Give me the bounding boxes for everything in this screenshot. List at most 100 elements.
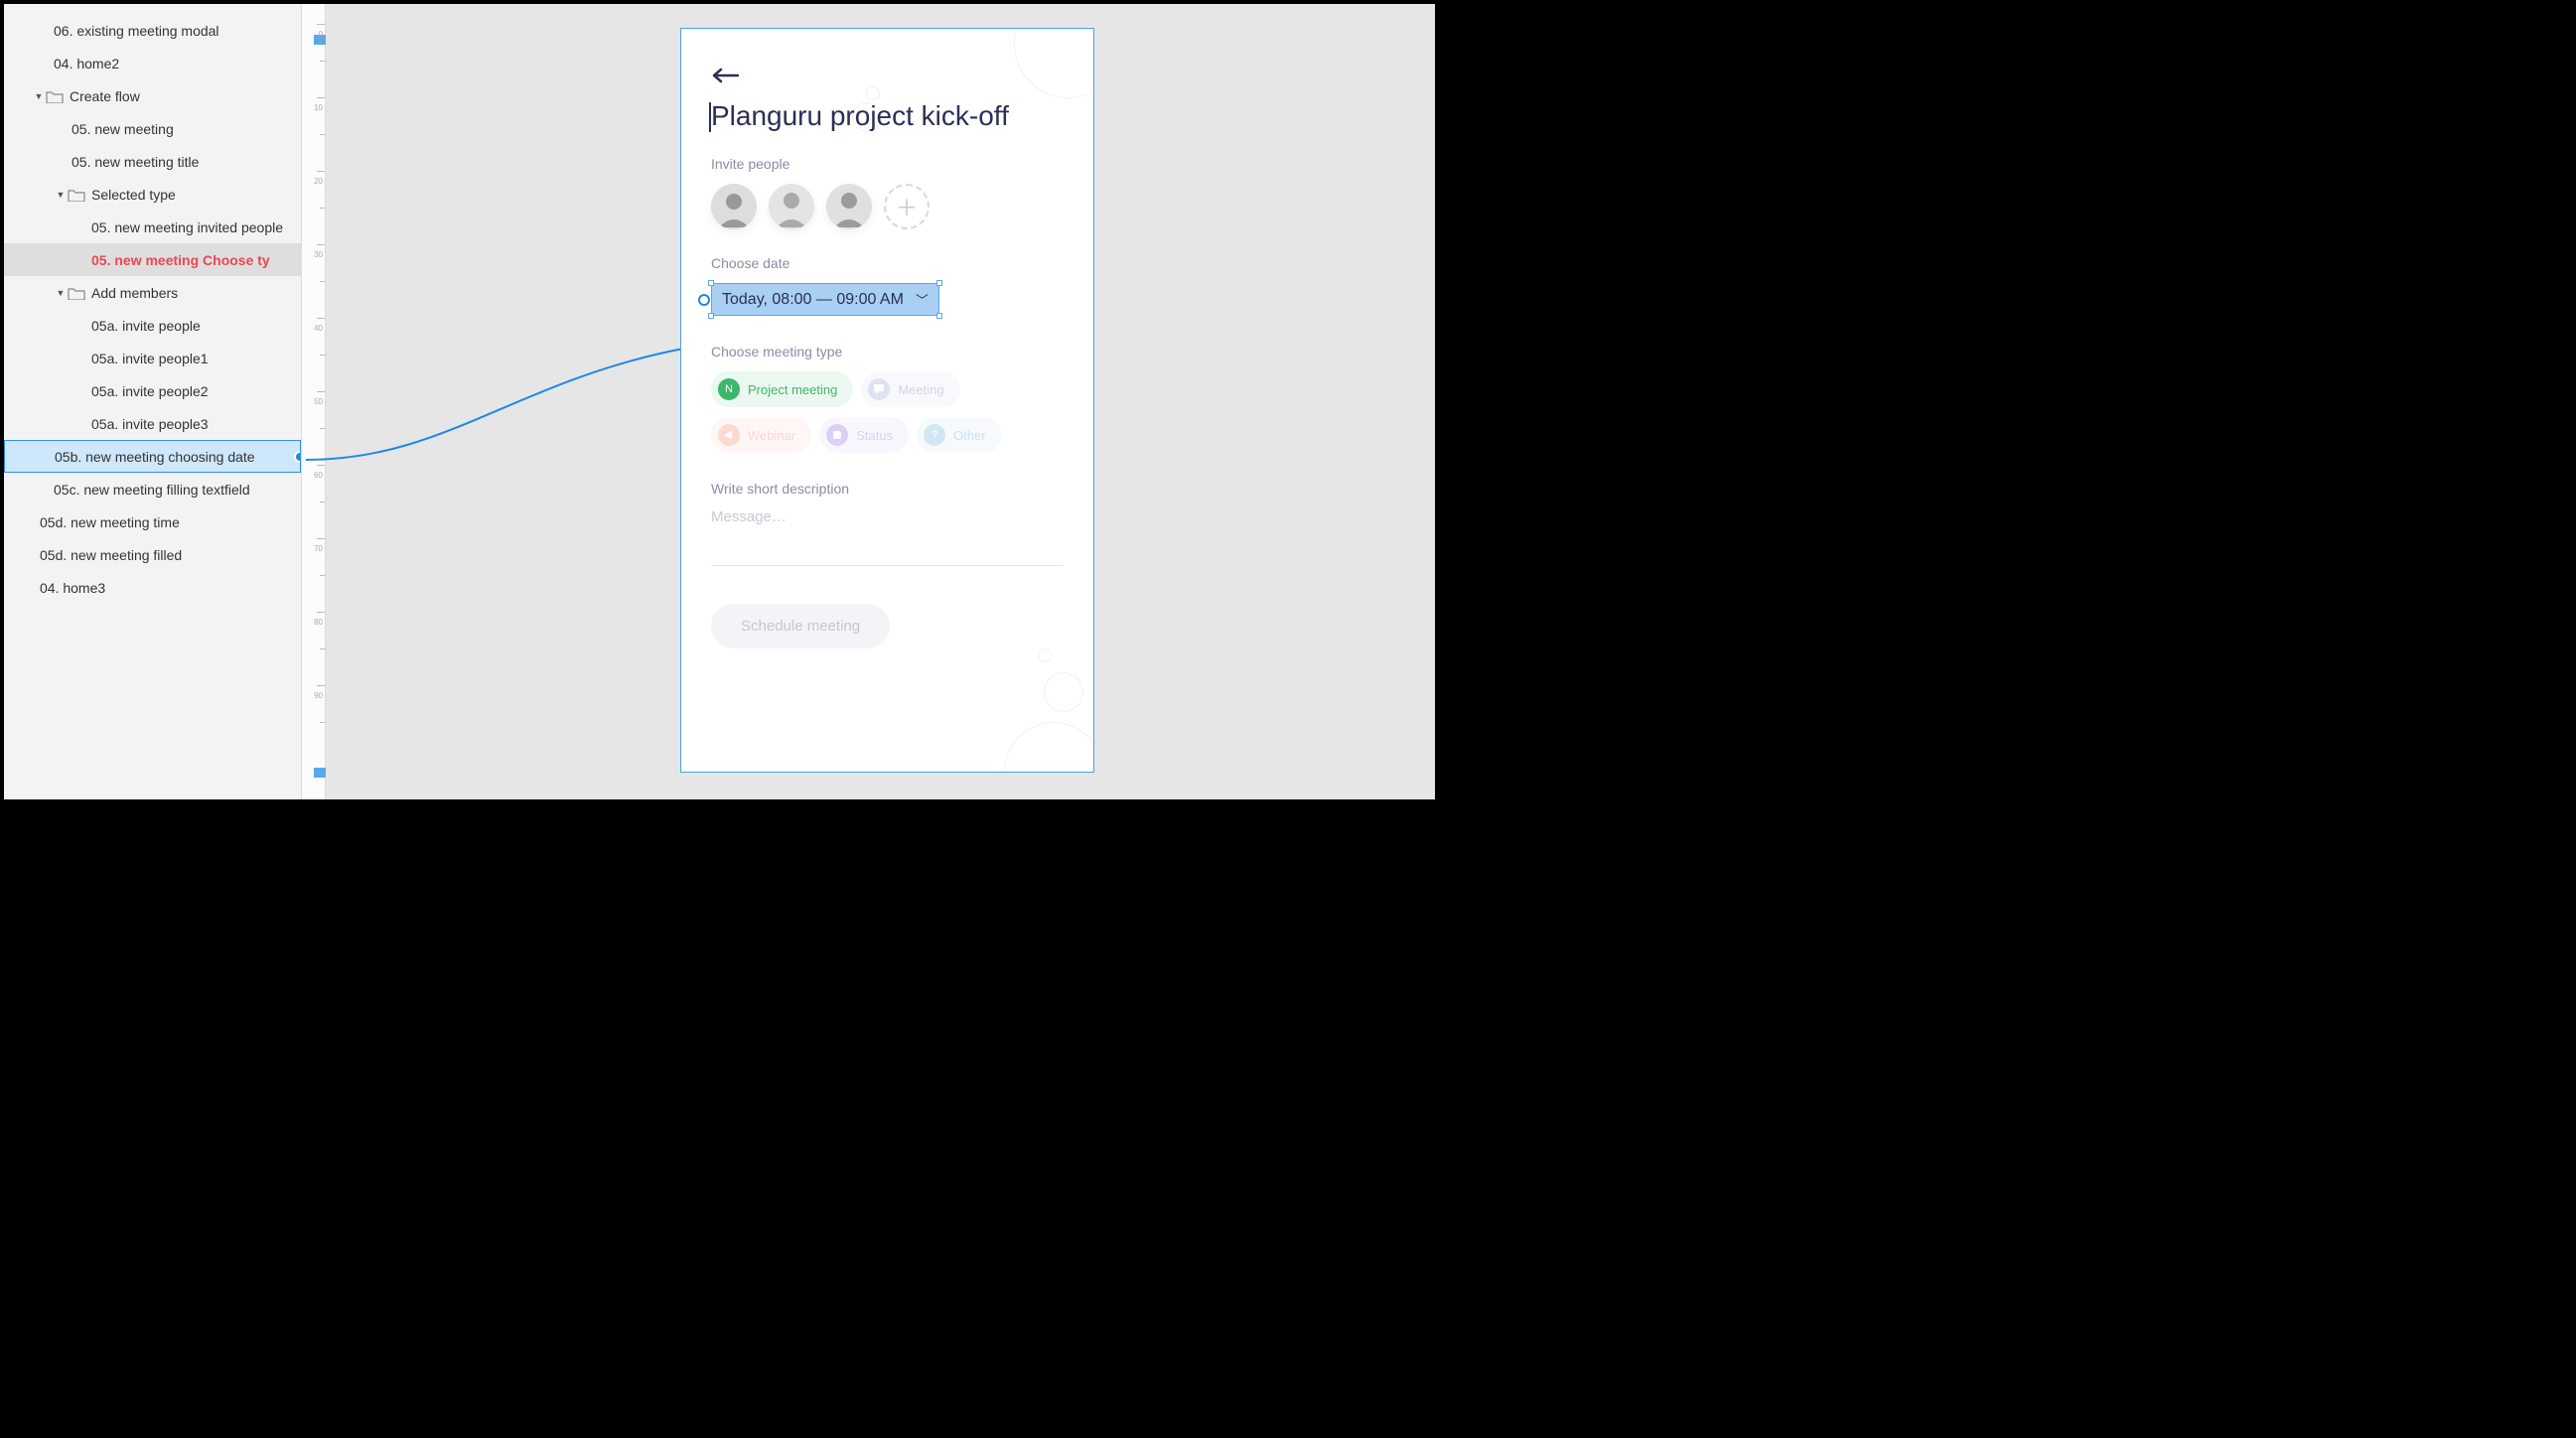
ruler-number: 10 [314,103,323,112]
tree-item-label: Add members [91,285,178,301]
ruler-tick [320,648,325,649]
vertical-ruler: 0102030405060708090 [302,4,326,799]
avatar[interactable] [826,184,872,229]
invitee-avatars: ＋ [711,184,1064,229]
ruler-tick [317,538,325,539]
prototype-connector-target[interactable] [698,294,710,306]
ruler-tick [317,685,325,686]
decorative-circle [1038,648,1052,662]
ruler-tick [320,208,325,209]
chat-icon [868,378,890,400]
chip-webinar[interactable]: Webinar [711,417,811,453]
tree-item[interactable]: 04. home3 [4,571,301,604]
chip-status[interactable]: Status [819,417,909,453]
tree-item[interactable]: 05c. new meeting filling textfield [4,473,301,505]
avatar[interactable] [711,184,757,229]
ruler-tick [317,465,325,466]
chip-label: Project meeting [748,382,837,397]
artboard-new-meeting[interactable]: Planguru project kick-off Invite people … [680,28,1094,773]
tree-item-selected[interactable]: 05b. new meeting choosing date [4,440,301,473]
ruler-tick [320,281,325,282]
date-value: Today, 08:00 — 09:00 AM [722,291,904,309]
ruler-tick [317,171,325,172]
tree-item[interactable]: 05d. new meeting time [4,505,301,538]
chip-meeting[interactable]: Meeting [861,371,959,407]
status-icon [826,424,848,446]
selection-handle[interactable] [936,280,942,286]
tree-item[interactable]: 05. new meeting title [4,145,301,178]
ruler-tick [317,391,325,392]
date-picker-selected[interactable]: Today, 08:00 — 09:00 AM ﹀ [711,283,939,316]
chip-label: Webinar [748,428,795,443]
ruler-number: 0 [319,30,323,39]
tree-item-label: 05a. invite people1 [91,351,209,366]
ruler-tick [320,722,325,723]
chip-other[interactable]: ? Other [917,417,1002,453]
ruler-number: 70 [314,544,323,553]
tree-item[interactable]: 06. existing meeting modal [4,14,301,47]
description-input[interactable]: Message… [711,508,1064,566]
tree-item[interactable]: 05d. new meeting filled [4,538,301,571]
tree-item[interactable]: 05a. invite people3 [4,407,301,440]
invite-people-label: Invite people [711,156,1064,172]
caret-down-icon[interactable]: ▼ [32,91,46,101]
tree-item[interactable]: 04. home2 [4,47,301,79]
tree-item-active-prototype[interactable]: 05. new meeting Choose ty [4,243,301,276]
tree-item-label: 05d. new meeting filled [40,547,182,563]
layer-tree-sidebar[interactable]: 06. existing meeting modal 04. home2 ▼ C… [4,4,302,799]
folder-icon [68,286,85,300]
caret-down-icon[interactable]: ▼ [54,190,68,200]
prototype-connector-origin[interactable] [294,451,301,463]
ruler-number: 60 [314,471,323,480]
tree-item-label: Selected type [91,187,176,203]
chip-project-meeting[interactable]: N Project meeting [711,371,853,407]
caret-down-icon[interactable]: ▼ [54,288,68,298]
tree-item-label: 05a. invite people [91,318,201,334]
prototype-connector-line [306,4,723,501]
ruler-number: 30 [314,250,323,259]
tree-item[interactable]: 05. new meeting invited people [4,211,301,243]
text-cursor [709,102,711,132]
decorative-circle [1014,28,1094,98]
selection-handle[interactable] [936,313,942,319]
megaphone-icon [718,424,740,446]
tree-item[interactable]: 05a. invite people [4,309,301,342]
choose-date-label: Choose date [711,255,1064,271]
tree-item-label: 05a. invite people2 [91,383,209,399]
avatar[interactable] [769,184,814,229]
plus-icon: ＋ [896,191,918,222]
ruler-tick [320,428,325,429]
tree-item[interactable]: 05a. invite people1 [4,342,301,374]
ruler-tick [320,502,325,503]
tree-item-label: 04. home2 [54,56,119,72]
chip-label: Other [953,428,986,443]
ruler-tick [320,575,325,576]
meeting-type-chips: N Project meeting Meeting Webinar Status… [711,371,1064,453]
project-icon: N [718,378,740,400]
tree-folder-selected-type[interactable]: ▼ Selected type [4,178,301,211]
ruler-tick [317,97,325,98]
chevron-down-icon[interactable]: ﹀ [916,290,929,309]
tree-item-label: 05d. new meeting time [40,514,180,530]
design-canvas[interactable]: Planguru project kick-off Invite people … [326,4,1435,799]
chip-label: Status [856,428,893,443]
tree-item[interactable]: 05a. invite people2 [4,374,301,407]
schedule-meeting-button[interactable]: Schedule meeting [711,604,890,648]
tree-item[interactable]: 05. new meeting [4,112,301,145]
folder-icon [68,188,85,202]
tree-folder-create-flow[interactable]: ▼ Create flow [4,79,301,112]
tree-item-label: 05a. invite people3 [91,416,209,432]
ruler-tick [317,612,325,613]
meeting-title[interactable]: Planguru project kick-off [711,100,1064,132]
selection-handle[interactable] [708,280,714,286]
add-invitee-button[interactable]: ＋ [884,184,930,229]
back-arrow-icon[interactable] [711,63,739,90]
selection-handle[interactable] [708,313,714,319]
ruler-tick [320,61,325,62]
tree-item-label: 06. existing meeting modal [54,23,219,39]
decorative-circle [1004,722,1094,773]
tree-item-label: 05. new meeting [72,121,174,137]
decorative-circle [1044,672,1083,712]
chip-label: Meeting [898,382,943,397]
tree-folder-add-members[interactable]: ▼ Add members [4,276,301,309]
